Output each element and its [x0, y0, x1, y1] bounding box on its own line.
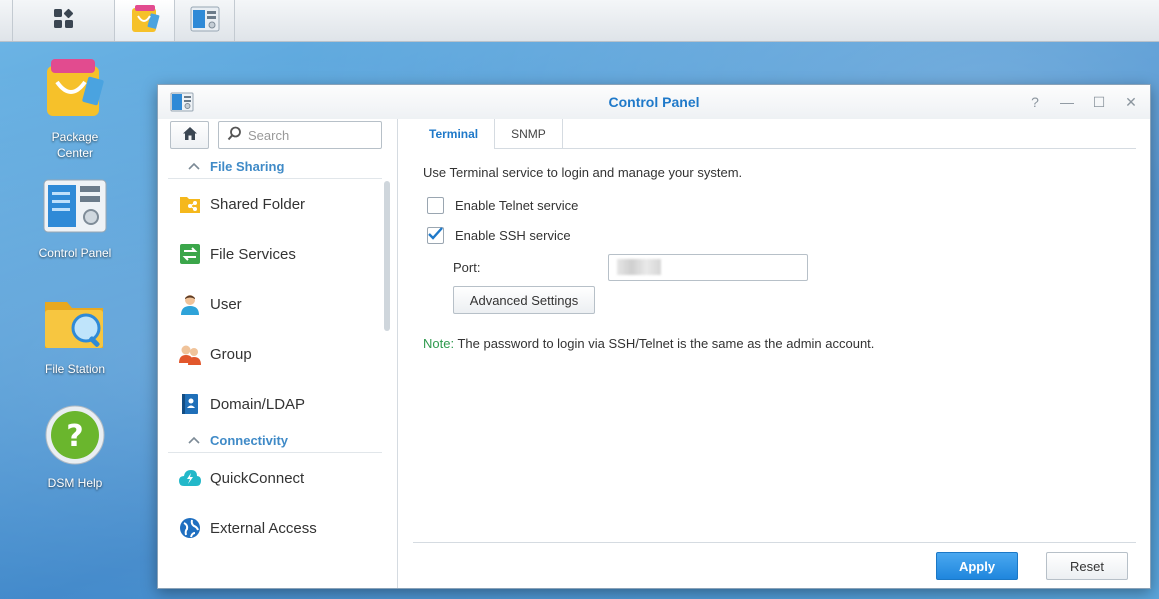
control-panel-icon: [42, 176, 108, 239]
sidebar-item-label: QuickConnect: [210, 469, 305, 487]
note-text: Note: The password to login via SSH/Teln…: [423, 336, 1136, 351]
svg-text:?: ?: [66, 419, 83, 454]
footer-bar: Apply Reset: [413, 542, 1136, 588]
main-content: Terminal SNMP Use Terminal service to lo…: [413, 119, 1136, 588]
tab-terminal[interactable]: Terminal: [413, 119, 496, 149]
sidebar-scrollbar[interactable]: [384, 181, 390, 331]
home-button[interactable]: [170, 121, 209, 149]
telnet-label: Enable Telnet service: [455, 197, 579, 213]
ssh-checkbox[interactable]: [427, 226, 444, 244]
taskbar: [0, 0, 1159, 42]
desktop-icon-package-center[interactable]: Package Center: [20, 56, 130, 161]
taskbar-package-center[interactable]: [115, 0, 175, 41]
sidebar-item-quickconnect[interactable]: QuickConnect: [158, 453, 384, 503]
sidebar-item-label: Domain/LDAP: [210, 395, 306, 413]
apply-button[interactable]: Apply: [936, 552, 1018, 580]
sidebar-item-label: Shared Folder: [210, 195, 306, 213]
maximize-icon[interactable]: ☐: [1090, 93, 1108, 111]
chevron-up-icon: [188, 435, 200, 447]
control-panel-icon: [189, 4, 221, 37]
telnet-row: Enable Telnet service: [427, 190, 1136, 220]
search-icon: [227, 126, 242, 144]
file-station-icon: [42, 292, 108, 355]
checkmark-icon: [428, 227, 443, 243]
desktop-icon-control-panel[interactable]: Control Panel: [20, 176, 130, 261]
sidebar-item-group[interactable]: Group: [158, 329, 384, 379]
port-value-redacted: [617, 259, 661, 275]
group-icon: [178, 342, 202, 366]
help-icon[interactable]: ?: [1026, 93, 1044, 111]
shared-folder-icon: [178, 192, 202, 216]
window-titlebar[interactable]: Control Panel ? — ☐ ✕: [158, 85, 1150, 119]
sidebar-list: File Sharing Shared Folder File Services…: [158, 155, 384, 553]
desktop-icon-label: File Station: [44, 362, 106, 376]
main-menu-icon: [53, 8, 75, 33]
desktop-icon-label: Package Center: [51, 130, 99, 160]
user-icon: [178, 292, 202, 316]
sidebar: File Sharing Shared Folder: [158, 119, 398, 588]
control-panel-window: Control Panel ? — ☐ ✕ Search File Sharin…: [157, 84, 1151, 589]
sidebar-item-domain-ldap[interactable]: Domain/LDAP: [158, 379, 384, 429]
help-icon: ?: [44, 404, 106, 469]
window-controls: ? — ☐ ✕: [1026, 93, 1140, 111]
ssh-label: Enable SSH service: [455, 227, 571, 243]
package-center-icon: [43, 56, 107, 123]
close-icon[interactable]: ✕: [1122, 93, 1140, 111]
desktop-icon-dsm-help[interactable]: ? DSM Help: [20, 404, 130, 491]
chevron-up-icon: [188, 161, 200, 173]
external-access-icon: [178, 516, 202, 540]
sidebar-item-shared-folder[interactable]: Shared Folder: [158, 179, 384, 229]
sidebar-item-user[interactable]: User: [158, 279, 384, 329]
desktop-icon-label: Control Panel: [38, 246, 112, 260]
window-title: Control Panel: [608, 94, 700, 110]
port-input[interactable]: [608, 253, 808, 281]
section-label: File Sharing: [210, 159, 285, 174]
tab-bar: Terminal SNMP: [413, 119, 1136, 149]
reset-button[interactable]: Reset: [1046, 552, 1128, 580]
sidebar-item-label: External Access: [210, 519, 317, 537]
telnet-checkbox[interactable]: [427, 196, 444, 214]
quickconnect-icon: [178, 466, 202, 490]
advanced-settings-button[interactable]: Advanced Settings: [453, 286, 595, 314]
sidebar-item-label: File Services: [210, 245, 296, 263]
sidebar-item-file-services[interactable]: File Services: [158, 229, 384, 279]
domain-ldap-icon: [178, 392, 202, 416]
main-menu-button[interactable]: [12, 0, 115, 41]
port-label: Port:: [453, 259, 481, 275]
section-label: Connectivity: [210, 433, 289, 448]
description-text: Use Terminal service to login and manage…: [423, 165, 743, 180]
desktop-icon-label: DSM Help: [47, 476, 103, 490]
note-body: The password to login via SSH/Telnet is …: [454, 336, 875, 351]
sidebar-item-label: User: [210, 295, 242, 313]
tab-snmp[interactable]: SNMP: [495, 119, 563, 148]
home-icon: [182, 126, 198, 144]
package-center-icon: [129, 4, 161, 37]
ssh-row: Enable SSH service: [427, 220, 1136, 250]
search-input[interactable]: [248, 127, 378, 143]
sidebar-item-label: Group: [210, 345, 252, 363]
desktop-icon-file-station[interactable]: File Station: [20, 292, 130, 377]
file-services-icon: [178, 242, 202, 266]
section-header-file-sharing[interactable]: File Sharing: [168, 155, 382, 179]
port-row: Port:: [453, 250, 1136, 284]
note-key: Note:: [423, 336, 455, 351]
search-box[interactable]: [218, 121, 382, 149]
taskbar-control-panel[interactable]: [175, 0, 235, 41]
sidebar-top: [158, 119, 397, 149]
minimize-icon[interactable]: —: [1058, 93, 1076, 111]
sidebar-item-external-access[interactable]: External Access: [158, 503, 384, 553]
section-header-connectivity[interactable]: Connectivity: [168, 429, 382, 453]
